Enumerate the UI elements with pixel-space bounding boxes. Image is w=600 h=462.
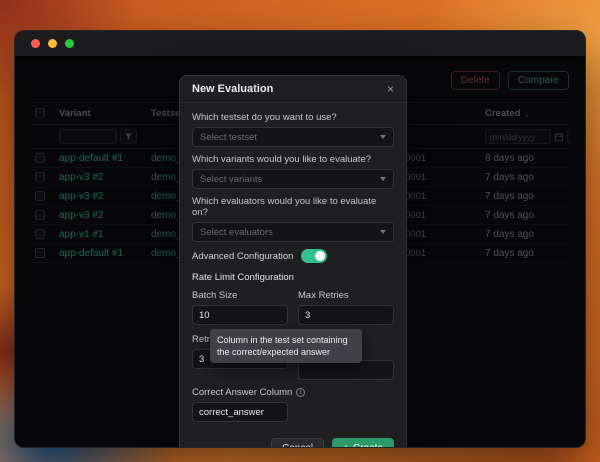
info-icon[interactable]: i — [296, 388, 305, 397]
evaluators-select-placeholder: Select evaluators — [200, 227, 273, 238]
evaluators-question-label: Which evaluators would you like to evalu… — [192, 196, 394, 218]
window-titlebar — [15, 31, 585, 57]
zoom-window-button[interactable] — [65, 39, 74, 48]
modal-title: New Evaluation — [192, 83, 273, 95]
close-window-button[interactable] — [31, 39, 40, 48]
create-button[interactable]: + Create — [332, 438, 394, 448]
plus-icon: + — [343, 443, 349, 448]
batch-size-label: Batch Size — [192, 290, 288, 301]
app-window: Delete Compare Variant Testset Created ↓ — [14, 30, 586, 448]
variants-question-label: Which variants would you like to evaluat… — [192, 154, 394, 165]
variants-select-placeholder: Select variants — [200, 174, 262, 185]
testset-select[interactable]: Select testset — [192, 127, 394, 147]
chevron-down-icon — [380, 230, 386, 234]
minimize-window-button[interactable] — [48, 39, 57, 48]
correct-answer-column-label: Correct Answer Column — [192, 387, 292, 398]
chevron-down-icon — [380, 177, 386, 181]
chevron-down-icon — [380, 135, 386, 139]
evaluators-select[interactable]: Select evaluators — [192, 222, 394, 242]
testset-question-label: Which testset do you want to use? — [192, 112, 394, 123]
advanced-config-label: Advanced Configuration — [192, 251, 293, 262]
cancel-button[interactable]: Cancel — [271, 438, 324, 448]
close-icon[interactable]: × — [387, 84, 394, 94]
advanced-config-toggle[interactable] — [301, 249, 327, 263]
max-retries-label: Max Retries — [298, 290, 394, 301]
testset-select-placeholder: Select testset — [200, 132, 257, 143]
info-tooltip: Column in the test set containing the co… — [210, 329, 362, 363]
toggle-knob — [315, 251, 325, 261]
create-button-label: Create — [353, 443, 383, 448]
desktop-wallpaper: Delete Compare Variant Testset Created ↓ — [0, 0, 600, 462]
new-evaluation-modal: New Evaluation × Which testset do you wa… — [179, 75, 407, 448]
rate-limit-header: Rate Limit Configuration — [192, 272, 394, 283]
batch-size-input[interactable] — [192, 305, 288, 325]
correct-answer-column-input[interactable] — [192, 402, 288, 422]
variants-select[interactable]: Select variants — [192, 169, 394, 189]
max-retries-input[interactable] — [298, 305, 394, 325]
